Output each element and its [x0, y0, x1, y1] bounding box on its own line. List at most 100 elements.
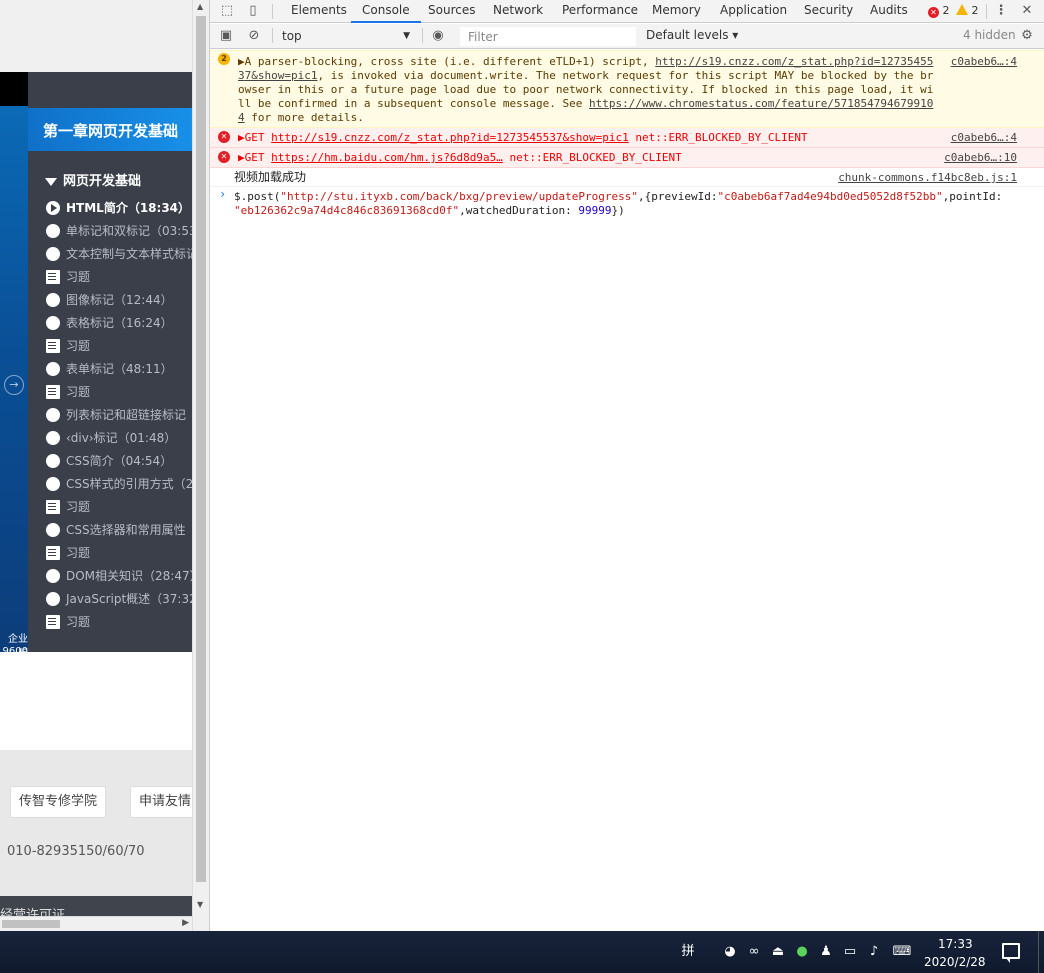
tab-memory[interactable]: Memory — [652, 0, 701, 23]
notification-icon[interactable] — [1002, 943, 1020, 963]
console-command-entry[interactable]: › $.post("http://stu.ityxb.com/back/bxg/… — [210, 187, 1044, 220]
scroll-down-icon[interactable]: ▼ — [197, 900, 203, 909]
lesson-item[interactable]: 表单标记（48:11） — [46, 359, 192, 382]
lesson-item[interactable]: 习题 — [46, 267, 192, 290]
log-levels-dropdown[interactable]: Default levels ▾ — [646, 28, 738, 42]
command-part: }) — [611, 204, 625, 217]
page-footer — [0, 750, 192, 896]
vertical-scrollbar[interactable]: ▲ ▼ — [192, 0, 209, 931]
console-error-message[interactable]: ✕ ▶GET https://hm.baidu.com/hm.js?6d8d9a… — [210, 148, 1044, 168]
sidebar-toggle-icon[interactable]: ▣ — [217, 27, 235, 45]
more-options-icon[interactable]: ⋮ — [992, 2, 1010, 20]
lesson-item[interactable]: CSS选择器和常用属性 — [46, 520, 192, 543]
quiz-icon — [46, 615, 60, 629]
lesson-item[interactable]: 表格标记（16:24） — [46, 313, 192, 336]
video-circle-icon — [46, 224, 60, 238]
lesson-item[interactable]: 习题 — [46, 497, 192, 520]
lesson-item[interactable]: DOM相关知识（28:47） — [46, 566, 192, 589]
inspect-element-icon[interactable]: ⬚ — [218, 2, 236, 20]
lesson-item[interactable]: CSS简介（04:54） — [46, 451, 192, 474]
scrollbar-thumb[interactable] — [2, 920, 60, 928]
lesson-label: 习题 — [66, 615, 91, 629]
source-link[interactable]: c0abeb6…:10 — [944, 151, 1017, 164]
usb-icon[interactable]: ⏏ — [769, 943, 787, 961]
lesson-item[interactable]: HTML简介（18:34） — [46, 198, 192, 221]
lesson-label: ‹div›标记（01:48） — [66, 431, 177, 445]
tab-elements[interactable]: Elements — [291, 0, 347, 23]
lesson-item[interactable]: JavaScript概述（37:32） — [46, 589, 192, 612]
footer-link-friend[interactable]: 申请友情 — [130, 786, 192, 818]
clock-date[interactable]: 2020/2/28 — [924, 955, 986, 969]
error-url[interactable]: http://s19.cnzz.com/z_stat.php?id=127354… — [271, 131, 629, 144]
lesson-item[interactable]: 习题 — [46, 382, 192, 405]
command-text: $.post("http://stu.ityxb.com/back/bxg/pr… — [210, 190, 1044, 218]
console-warning-message[interactable]: 2 ▶A parser-blocking, cross site (i.e. d… — [210, 50, 1044, 128]
lesson-list: HTML简介（18:34） 单标记和双标记（03:53） 文本控制与文本样式标记习题… — [46, 198, 192, 635]
section-toggle[interactable]: 网页开发基础 — [45, 170, 141, 189]
error-url[interactable]: https://hm.baidu.com/hm.js?6d8d9a5… — [271, 151, 503, 164]
scroll-up-icon[interactable]: ▲ — [197, 2, 203, 11]
source-link[interactable]: c0abeb6…:4 — [951, 131, 1017, 144]
source-link[interactable]: c0abeb6…:4 — [951, 55, 1017, 68]
tab-network[interactable]: Network — [493, 0, 543, 23]
horizontal-scrollbar[interactable]: ▶ — [0, 916, 192, 931]
clear-console-icon[interactable]: ⊘ — [245, 27, 263, 45]
keyboard-icon[interactable]: ⌨ — [891, 943, 913, 961]
scroll-right-icon[interactable]: ▶ — [182, 918, 189, 928]
qq-icon[interactable]: ♟ — [817, 943, 835, 961]
volume-icon[interactable]: ♪ — [865, 943, 883, 961]
source-link[interactable]: chunk-commons.f14bc8eb.js:1 — [838, 171, 1017, 184]
quiz-icon — [46, 500, 60, 514]
close-icon[interactable]: ✕ — [1018, 2, 1036, 20]
link-tray-icon[interactable]: ∞ — [745, 943, 763, 961]
app-tray-icon[interactable]: ◕ — [721, 943, 739, 961]
scrollbar-thumb[interactable] — [196, 16, 206, 882]
context-selector[interactable]: top ▼ — [282, 26, 414, 46]
lesson-item[interactable]: 习题 — [46, 336, 192, 359]
web-page: → 企业版 9600 S 第一章网页开发基础 网页开发基础 HTML简介（18:… — [0, 0, 192, 931]
error-prefix: ▶GET — [238, 151, 272, 164]
toolbar-divider — [422, 28, 423, 43]
command-string: "c0abeb6af7ad4e94bd0ed5052d8f52bb" — [717, 190, 943, 203]
toolbar-divider — [272, 28, 273, 43]
eye-icon[interactable]: ◉ — [429, 27, 447, 45]
lesson-item[interactable]: 文本控制与文本样式标记 — [46, 244, 192, 267]
lesson-item[interactable]: 习题 — [46, 543, 192, 566]
console-error-message[interactable]: ✕ ▶GET http://s19.cnzz.com/z_stat.php?id… — [210, 128, 1044, 148]
warning-count-badge[interactable]: 2 — [956, 3, 979, 19]
input-method-icon[interactable]: 拼 — [679, 943, 697, 961]
chapter-header[interactable]: 第一章网页开发基础 — [28, 108, 192, 151]
lesson-item[interactable]: 单标记和双标记（03:53） — [46, 221, 192, 244]
console-log-message[interactable]: 视频加载成功 chunk-commons.f14bc8eb.js:1 — [210, 168, 1044, 187]
tab-console[interactable]: Console — [351, 0, 421, 23]
tab-audits[interactable]: Audits — [870, 0, 908, 23]
lesson-item[interactable]: 图像标记（12:44） — [46, 290, 192, 313]
error-count-badge[interactable]: ✕ 2 — [928, 3, 950, 19]
lesson-item[interactable]: 列表标记和超链接标记 — [46, 405, 192, 428]
clock-time[interactable]: 17:33 — [938, 937, 973, 951]
show-desktop-button[interactable] — [1038, 931, 1039, 973]
lesson-label: 习题 — [66, 270, 91, 284]
tab-security[interactable]: Security — [804, 0, 853, 23]
triangle-down-icon — [45, 177, 57, 186]
page-blank-area — [0, 652, 192, 750]
footer-link-chuanzhi[interactable]: 传智专修学院 — [10, 786, 107, 818]
tab-performance[interactable]: Performance — [562, 0, 638, 23]
filter-input[interactable] — [460, 27, 636, 46]
error-count: 2 — [942, 4, 950, 17]
lesson-label: CSS简介（04:54） — [66, 454, 173, 468]
wechat-icon[interactable]: ● — [793, 943, 811, 961]
gear-icon[interactable]: ⚙ — [1018, 27, 1036, 45]
tab-application[interactable]: Application — [720, 0, 787, 23]
lesson-item[interactable]: 习题 — [46, 612, 192, 635]
video-player[interactable]: → 企业版 9600 S — [0, 72, 28, 652]
warning-link-cnzz-cont[interactable]: 7&show=pic1 — [245, 69, 318, 82]
lesson-item[interactable]: CSS样式的引用方式（2 — [46, 474, 192, 497]
lesson-item[interactable]: ‹div›标记（01:48） — [46, 428, 192, 451]
footer-phone: 010-82935150/60/70 — [7, 844, 145, 859]
device-toolbar-icon[interactable]: ▯ — [244, 2, 262, 20]
video-next-arrow-icon[interactable]: → — [4, 375, 24, 395]
tab-sources[interactable]: Sources — [428, 0, 475, 23]
console-toolbar: ▣ ⊘ top ▼ ◉ Default levels ▾ 4 hidden ⚙ — [210, 24, 1044, 49]
network-icon[interactable]: ▭ — [841, 943, 859, 961]
